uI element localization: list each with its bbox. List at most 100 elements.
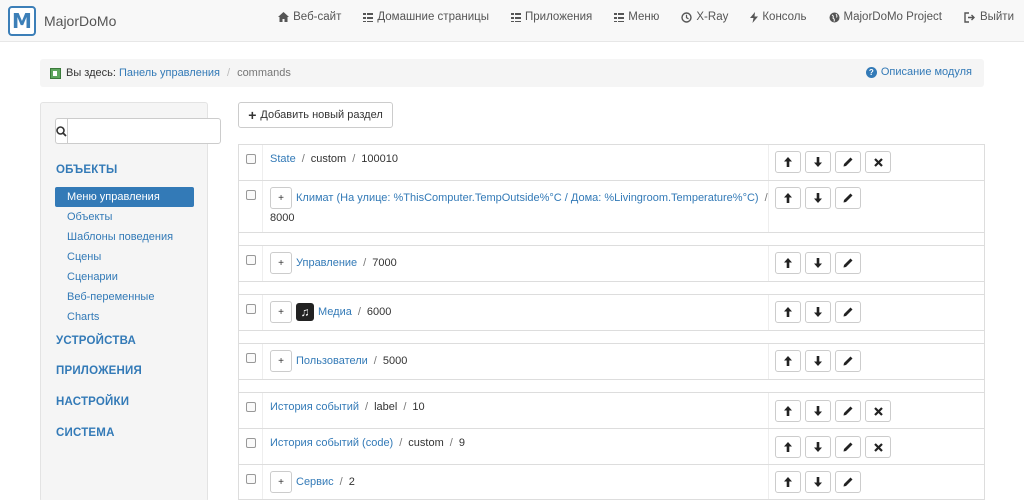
nav-xray[interactable]: X-Ray — [681, 11, 728, 23]
move-down-button[interactable] — [805, 436, 831, 458]
edit-button[interactable] — [835, 301, 861, 323]
add-section-button[interactable]: + Добавить новый раздел — [238, 102, 393, 128]
move-up-button[interactable] — [775, 471, 801, 493]
row-checkbox[interactable] — [246, 154, 256, 164]
edit-button[interactable] — [835, 471, 861, 493]
nav-console[interactable]: Консоль — [750, 11, 807, 23]
module-help-link[interactable]: ? Описание модуля — [865, 66, 972, 78]
search-button[interactable] — [55, 118, 67, 144]
table-row: + Сервис / 2 — [238, 464, 985, 500]
edit-button[interactable] — [835, 151, 861, 173]
separator: / — [449, 437, 453, 449]
sidebar-section-devices[interactable]: УСТРОЙСТВА — [56, 335, 136, 347]
expand-button[interactable]: + — [270, 471, 292, 493]
sidebar-item-objects[interactable]: Объекты — [55, 207, 194, 227]
move-up-button[interactable] — [775, 187, 801, 209]
move-down-button[interactable] — [805, 301, 831, 323]
pencil-icon — [843, 157, 853, 167]
breadcrumb-current: commands — [237, 67, 291, 79]
row-checkbox[interactable] — [246, 438, 256, 448]
nav-apps[interactable]: Приложения — [511, 11, 592, 23]
question-circle-icon: ? — [865, 66, 877, 78]
move-down-button[interactable] — [805, 187, 831, 209]
close-icon — [873, 406, 883, 416]
move-down-button[interactable] — [805, 151, 831, 173]
arrow-down-icon — [814, 356, 822, 366]
sidebar-item-scripts[interactable]: Сценарии — [55, 267, 194, 287]
nav-website[interactable]: Веб-сайт — [278, 11, 341, 23]
breadcrumb-control-panel-link[interactable]: Панель управления — [119, 67, 220, 79]
edit-button[interactable] — [835, 400, 861, 422]
row-spacer — [238, 330, 985, 344]
move-up-button[interactable] — [775, 350, 801, 372]
row-checkbox[interactable] — [246, 190, 256, 200]
sidebar-item-control-menu[interactable]: Меню управления — [55, 187, 194, 207]
breadcrumb: Вы здесь: Панель управления / commands ?… — [40, 59, 984, 87]
sidebar-item-web-variables[interactable]: Веб-переменные — [55, 287, 194, 307]
edit-button[interactable] — [835, 187, 861, 209]
delete-button[interactable] — [865, 400, 891, 422]
edit-button[interactable] — [835, 436, 861, 458]
row-title-link[interactable]: История событий — [270, 401, 359, 413]
expand-button[interactable]: + — [270, 301, 292, 323]
brand[interactable]: M MajorDoMo — [8, 5, 116, 37]
sidebar-section-system[interactable]: СИСТЕМА — [56, 427, 115, 439]
row-priority: 9 — [458, 437, 465, 449]
expand-button[interactable]: + — [270, 350, 292, 372]
separator: / — [352, 153, 356, 165]
move-up-button[interactable] — [775, 151, 801, 173]
nav-logout[interactable]: Выйти — [964, 11, 1014, 23]
nav-home-pages[interactable]: Домашние страницы — [363, 11, 489, 23]
row-checkbox[interactable] — [246, 402, 256, 412]
expand-button[interactable]: + — [270, 252, 292, 274]
sidebar-search — [55, 118, 221, 144]
row-priority: 100010 — [361, 153, 398, 165]
sidebar-item-behavior-templates[interactable]: Шаблоны поведения — [55, 227, 194, 247]
pencil-icon — [843, 193, 853, 203]
sidebar-section-objects[interactable]: ОБЪЕКТЫ — [56, 164, 117, 176]
sidebar-item-charts[interactable]: Charts — [55, 307, 194, 327]
brand-name: MajorDoMo — [44, 13, 117, 29]
separator: / — [373, 355, 377, 367]
row-checkbox[interactable] — [246, 474, 256, 484]
row-title-link[interactable]: История событий (code) — [270, 437, 393, 449]
sidebar-section-apps[interactable]: ПРИЛОЖЕНИЯ — [56, 365, 142, 377]
nav-project[interactable]: MajorDoMo Project — [829, 11, 942, 23]
row-type: custom — [310, 153, 347, 165]
sidebar: ОБЪЕКТЫ Меню управления Объекты Шаблоны … — [40, 102, 221, 500]
row-title-link[interactable]: Управление — [296, 257, 357, 269]
row-spacer — [238, 232, 985, 246]
row-title-link[interactable]: Медиа — [318, 306, 352, 318]
search-input[interactable] — [67, 118, 221, 144]
move-down-button[interactable] — [805, 350, 831, 372]
row-checkbox[interactable] — [246, 353, 256, 363]
sidebar-item-scenes[interactable]: Сцены — [55, 247, 194, 267]
nav-apps-label: Приложения — [525, 11, 593, 23]
nav-menu[interactable]: Меню — [614, 11, 659, 23]
pencil-icon — [843, 307, 853, 317]
move-up-button[interactable] — [775, 436, 801, 458]
expand-button[interactable]: + — [270, 187, 292, 209]
move-down-button[interactable] — [805, 471, 831, 493]
move-down-button[interactable] — [805, 252, 831, 274]
grid-icon — [363, 12, 374, 22]
row-title-link[interactable]: Пользователи — [296, 355, 368, 367]
nav-links: Веб-сайт Домашние страницы Приложения Ме… — [256, 0, 1014, 34]
nav-menu-label: Меню — [628, 11, 660, 23]
move-up-button[interactable] — [775, 252, 801, 274]
edit-button[interactable] — [835, 350, 861, 372]
move-down-button[interactable] — [805, 400, 831, 422]
row-checkbox[interactable] — [246, 304, 256, 314]
delete-button[interactable] — [865, 436, 891, 458]
move-up-button[interactable] — [775, 400, 801, 422]
row-title-link[interactable]: State — [270, 153, 296, 165]
sidebar-section-settings[interactable]: НАСТРОЙКИ — [56, 396, 129, 408]
edit-button[interactable] — [835, 252, 861, 274]
close-icon — [873, 442, 883, 452]
table-row: + Пользователи / 5000 — [238, 343, 985, 379]
move-up-button[interactable] — [775, 301, 801, 323]
row-checkbox[interactable] — [246, 255, 256, 265]
delete-button[interactable] — [865, 151, 891, 173]
row-title-link[interactable]: Климат (На улице: %ThisComputer.TempOuts… — [296, 192, 759, 204]
row-title-link[interactable]: Сервис — [296, 476, 334, 488]
